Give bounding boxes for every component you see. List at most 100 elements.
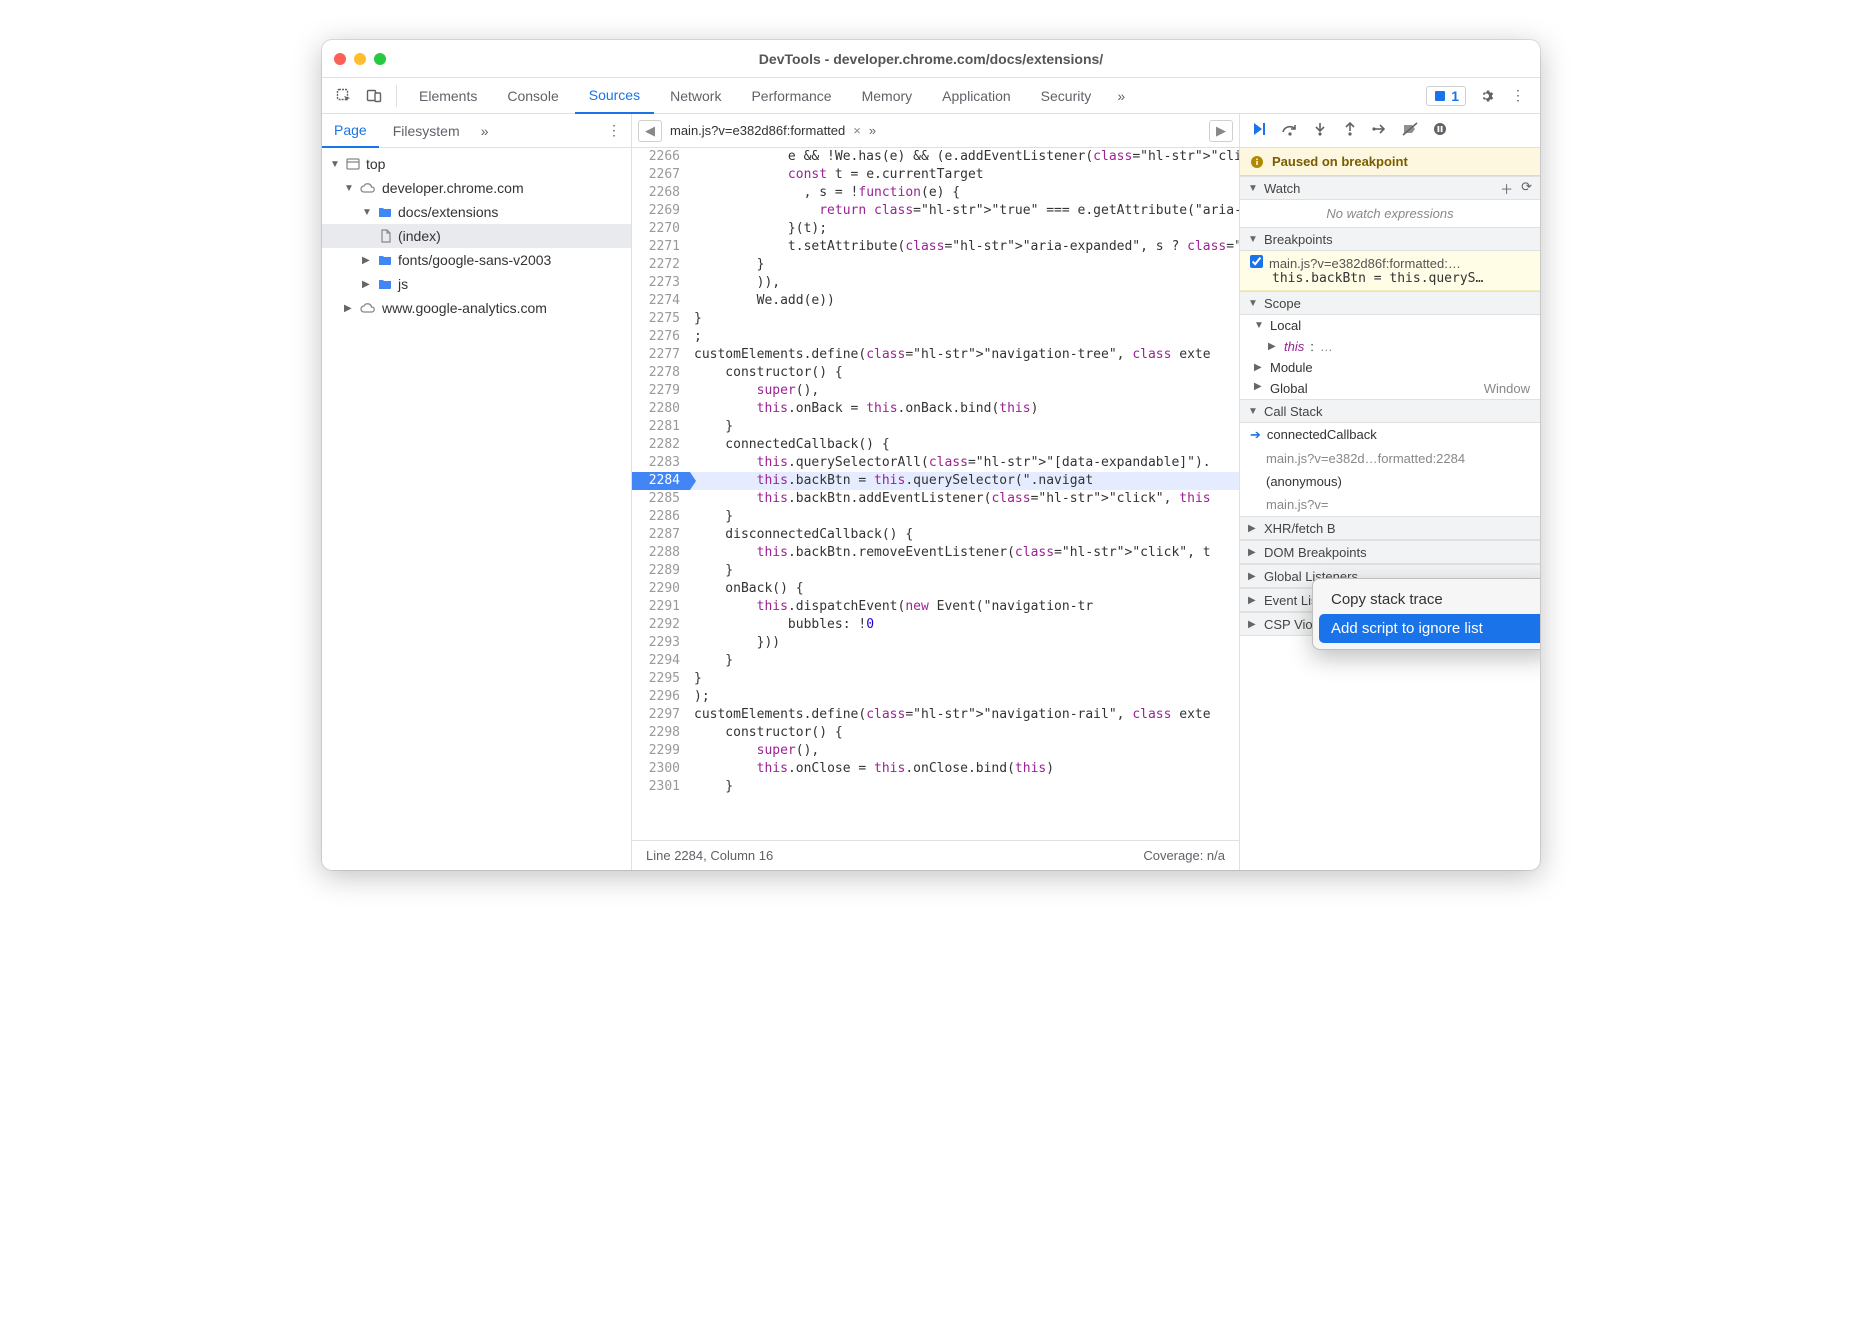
tree-folder-js[interactable]: ▶ js bbox=[322, 272, 631, 296]
code-line[interactable]: 2266 e && !We.has(e) && (e.addEventListe… bbox=[632, 148, 1239, 166]
editor-history-back-icon[interactable]: ◀ bbox=[638, 120, 662, 142]
code-line[interactable]: 2300 this.onClose = this.onClose.bind(th… bbox=[632, 760, 1239, 778]
line-number[interactable]: 2289 bbox=[632, 562, 690, 580]
line-number[interactable]: 2281 bbox=[632, 418, 690, 436]
code-line[interactable]: 2292 bubbles: !0 bbox=[632, 616, 1239, 634]
line-number[interactable]: 2269 bbox=[632, 202, 690, 220]
code-line[interactable]: 2282 connectedCallback() { bbox=[632, 436, 1239, 454]
scope-local[interactable]: ▼Local bbox=[1240, 315, 1540, 336]
code-area[interactable]: 2266 e && !We.has(e) && (e.addEventListe… bbox=[632, 148, 1239, 840]
tab-elements[interactable]: Elements bbox=[405, 78, 491, 114]
line-number[interactable]: 2301 bbox=[632, 778, 690, 796]
code-line[interactable]: 2267 const t = e.currentTarget bbox=[632, 166, 1239, 184]
editor-more-tabs-icon[interactable]: » bbox=[869, 123, 876, 138]
scope-global[interactable]: ▶GlobalWindow bbox=[1240, 378, 1540, 399]
tab-network[interactable]: Network bbox=[656, 78, 735, 114]
code-line[interactable]: 2271 t.setAttribute(class="hl-str">"aria… bbox=[632, 238, 1239, 256]
line-number[interactable]: 2287 bbox=[632, 526, 690, 544]
line-number[interactable]: 2288 bbox=[632, 544, 690, 562]
add-watch-icon[interactable]: ＋ bbox=[1500, 179, 1513, 198]
line-number[interactable]: 2300 bbox=[632, 760, 690, 778]
tab-security[interactable]: Security bbox=[1027, 78, 1106, 114]
code-line[interactable]: 2278 constructor() { bbox=[632, 364, 1239, 382]
code-line[interactable]: 2289 } bbox=[632, 562, 1239, 580]
deactivate-breakpoints-icon[interactable] bbox=[1400, 122, 1420, 139]
step-over-icon[interactable] bbox=[1280, 122, 1300, 139]
section-dom-bp[interactable]: ▶DOM Breakpoints bbox=[1240, 540, 1540, 564]
section-callstack[interactable]: ▼Call Stack bbox=[1240, 399, 1540, 423]
line-number[interactable]: 2274 bbox=[632, 292, 690, 310]
line-number[interactable]: 2283 bbox=[632, 454, 690, 472]
line-number[interactable]: 2278 bbox=[632, 364, 690, 382]
line-number[interactable]: 2291 bbox=[632, 598, 690, 616]
code-line[interactable]: 2298 constructor() { bbox=[632, 724, 1239, 742]
line-number[interactable]: 2272 bbox=[632, 256, 690, 274]
code-line[interactable]: 2299 super(), bbox=[632, 742, 1239, 760]
line-number[interactable]: 2295 bbox=[632, 670, 690, 688]
code-line[interactable]: 2275} bbox=[632, 310, 1239, 328]
code-line[interactable]: 2268 , s = !function(e) { bbox=[632, 184, 1239, 202]
pause-exceptions-icon[interactable] bbox=[1430, 122, 1450, 139]
section-scope[interactable]: ▼Scope bbox=[1240, 291, 1540, 315]
line-number[interactable]: 2270 bbox=[632, 220, 690, 238]
line-number[interactable]: 2293 bbox=[632, 634, 690, 652]
tree-folder-docs[interactable]: ▼ docs/extensions bbox=[322, 200, 631, 224]
device-toggle-icon[interactable] bbox=[360, 82, 388, 110]
cm-copy-stack-trace[interactable]: Copy stack trace bbox=[1319, 585, 1540, 614]
code-line[interactable]: 2283 this.querySelectorAll(class="hl-str… bbox=[632, 454, 1239, 472]
more-tabs-icon[interactable]: » bbox=[1107, 82, 1135, 110]
tree-file-index[interactable]: (index) bbox=[322, 224, 631, 248]
line-number[interactable]: 2286 bbox=[632, 508, 690, 526]
code-line[interactable]: 2296); bbox=[632, 688, 1239, 706]
line-number[interactable]: 2285 bbox=[632, 490, 690, 508]
navigator-tab-filesystem[interactable]: Filesystem bbox=[381, 114, 472, 148]
code-line[interactable]: 2270 }(t); bbox=[632, 220, 1239, 238]
code-line[interactable]: 2279 super(), bbox=[632, 382, 1239, 400]
line-number[interactable]: 2294 bbox=[632, 652, 690, 670]
tab-memory[interactable]: Memory bbox=[848, 78, 927, 114]
step-into-icon[interactable] bbox=[1310, 122, 1330, 139]
tab-performance[interactable]: Performance bbox=[737, 78, 845, 114]
code-line[interactable]: 2280 this.onBack = this.onBack.bind(this… bbox=[632, 400, 1239, 418]
line-number[interactable]: 2290 bbox=[632, 580, 690, 598]
refresh-watch-icon[interactable]: ⟳ bbox=[1521, 179, 1532, 198]
stack-frame-current[interactable]: ➔ connectedCallback bbox=[1240, 423, 1540, 447]
step-out-icon[interactable] bbox=[1340, 122, 1360, 139]
line-number[interactable]: 2284 bbox=[632, 472, 690, 490]
scope-module[interactable]: ▶Module bbox=[1240, 357, 1540, 378]
line-number[interactable]: 2267 bbox=[632, 166, 690, 184]
section-xhr[interactable]: ▶XHR/fetch B bbox=[1240, 516, 1540, 540]
code-line[interactable]: 2295} bbox=[632, 670, 1239, 688]
line-number[interactable]: 2277 bbox=[632, 346, 690, 364]
line-number[interactable]: 2275 bbox=[632, 310, 690, 328]
code-line[interactable]: 2286 } bbox=[632, 508, 1239, 526]
tab-application[interactable]: Application bbox=[928, 78, 1025, 114]
tab-sources[interactable]: Sources bbox=[575, 78, 654, 114]
line-number[interactable]: 2297 bbox=[632, 706, 690, 724]
line-number[interactable]: 2296 bbox=[632, 688, 690, 706]
stack-frame-anon[interactable]: (anonymous) bbox=[1240, 470, 1540, 493]
line-number[interactable]: 2298 bbox=[632, 724, 690, 742]
section-breakpoints[interactable]: ▼Breakpoints bbox=[1240, 227, 1540, 251]
code-line[interactable]: 2281 } bbox=[632, 418, 1239, 436]
line-number[interactable]: 2266 bbox=[632, 148, 690, 166]
issues-badge[interactable]: 1 bbox=[1426, 86, 1466, 106]
code-line[interactable]: 2290 onBack() { bbox=[632, 580, 1239, 598]
line-number[interactable]: 2279 bbox=[632, 382, 690, 400]
breakpoint-item[interactable]: main.js?v=e382d86f:formatted:… this.back… bbox=[1240, 251, 1540, 291]
line-number[interactable]: 2299 bbox=[632, 742, 690, 760]
code-line[interactable]: 2276; bbox=[632, 328, 1239, 346]
cm-add-ignore-list[interactable]: Add script to ignore list bbox=[1319, 614, 1540, 643]
kebab-icon[interactable]: ⋮ bbox=[1504, 82, 1532, 110]
code-line[interactable]: 2293 })) bbox=[632, 634, 1239, 652]
code-line[interactable]: 2301 } bbox=[632, 778, 1239, 796]
code-line[interactable]: 2287 disconnectedCallback() { bbox=[632, 526, 1239, 544]
code-line[interactable]: 2284 this.backBtn = this.querySelector("… bbox=[632, 472, 1239, 490]
tab-console[interactable]: Console bbox=[493, 78, 572, 114]
code-line[interactable]: 2277customElements.define(class="hl-str"… bbox=[632, 346, 1239, 364]
gear-icon[interactable] bbox=[1474, 82, 1502, 110]
navigator-more-icon[interactable]: » bbox=[474, 123, 496, 139]
line-number[interactable]: 2280 bbox=[632, 400, 690, 418]
code-line[interactable]: 2285 this.backBtn.addEventListener(class… bbox=[632, 490, 1239, 508]
inspect-element-icon[interactable] bbox=[330, 82, 358, 110]
